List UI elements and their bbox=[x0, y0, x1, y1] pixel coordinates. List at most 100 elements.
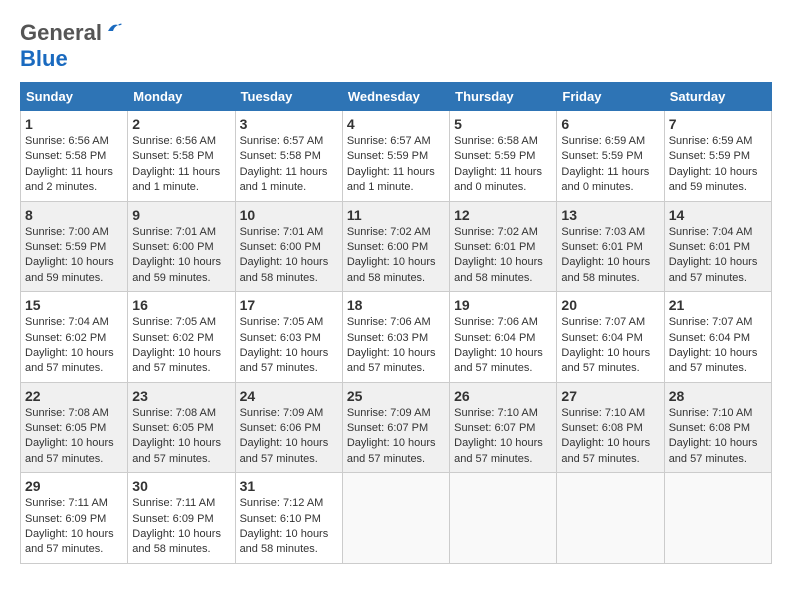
logo-bird-icon bbox=[104, 21, 122, 39]
day-info: Sunrise: 7:09 AM Sunset: 6:07 PM Dayligh… bbox=[347, 406, 445, 468]
sunset-label: Sunset: 6:01 PM bbox=[561, 241, 642, 253]
calendar-day-cell: 31 Sunrise: 7:12 AM Sunset: 6:10 PM Dayl… bbox=[235, 473, 342, 564]
sunset-label: Sunset: 6:04 PM bbox=[561, 332, 642, 344]
sunrise-label: Sunrise: 7:04 AM bbox=[669, 226, 753, 238]
sunset-label: Sunset: 6:06 PM bbox=[240, 422, 321, 434]
calendar-day-cell: 8 Sunrise: 7:00 AM Sunset: 5:59 PM Dayli… bbox=[21, 201, 128, 292]
sunset-label: Sunset: 5:58 PM bbox=[240, 150, 321, 162]
day-number: 16 bbox=[132, 297, 230, 313]
calendar-week-row: 22 Sunrise: 7:08 AM Sunset: 6:05 PM Dayl… bbox=[21, 382, 772, 473]
weekday-header-cell: Tuesday bbox=[235, 83, 342, 111]
calendar-header-row: SundayMondayTuesdayWednesdayThursdayFrid… bbox=[21, 83, 772, 111]
calendar-day-cell: 1 Sunrise: 6:56 AM Sunset: 5:58 PM Dayli… bbox=[21, 111, 128, 202]
day-number: 27 bbox=[561, 388, 659, 404]
day-info: Sunrise: 7:08 AM Sunset: 6:05 PM Dayligh… bbox=[132, 406, 230, 468]
day-number: 23 bbox=[132, 388, 230, 404]
daylight-label: Daylight: 10 hours and 57 minutes. bbox=[240, 347, 329, 374]
sunrise-label: Sunrise: 7:12 AM bbox=[240, 497, 324, 509]
sunrise-label: Sunrise: 7:10 AM bbox=[669, 407, 753, 419]
weekday-header-cell: Monday bbox=[128, 83, 235, 111]
day-info: Sunrise: 7:06 AM Sunset: 6:03 PM Dayligh… bbox=[347, 315, 445, 377]
sunset-label: Sunset: 6:07 PM bbox=[454, 422, 535, 434]
calendar-day-cell: 6 Sunrise: 6:59 AM Sunset: 5:59 PM Dayli… bbox=[557, 111, 664, 202]
calendar-day-cell: 9 Sunrise: 7:01 AM Sunset: 6:00 PM Dayli… bbox=[128, 201, 235, 292]
day-info: Sunrise: 7:07 AM Sunset: 6:04 PM Dayligh… bbox=[669, 315, 767, 377]
daylight-label: Daylight: 10 hours and 59 minutes. bbox=[669, 166, 758, 193]
sunrise-label: Sunrise: 6:56 AM bbox=[132, 135, 216, 147]
day-number: 10 bbox=[240, 207, 338, 223]
day-number: 5 bbox=[454, 116, 552, 132]
daylight-label: Daylight: 10 hours and 57 minutes. bbox=[454, 437, 543, 464]
sunrise-label: Sunrise: 7:05 AM bbox=[240, 316, 324, 328]
day-number: 13 bbox=[561, 207, 659, 223]
calendar-day-cell: 23 Sunrise: 7:08 AM Sunset: 6:05 PM Dayl… bbox=[128, 382, 235, 473]
day-info: Sunrise: 7:05 AM Sunset: 6:02 PM Dayligh… bbox=[132, 315, 230, 377]
day-info: Sunrise: 7:10 AM Sunset: 6:08 PM Dayligh… bbox=[561, 406, 659, 468]
calendar-day-cell: 26 Sunrise: 7:10 AM Sunset: 6:07 PM Dayl… bbox=[450, 382, 557, 473]
sunrise-label: Sunrise: 7:08 AM bbox=[25, 407, 109, 419]
daylight-label: Daylight: 10 hours and 59 minutes. bbox=[25, 256, 114, 283]
day-info: Sunrise: 7:01 AM Sunset: 6:00 PM Dayligh… bbox=[132, 225, 230, 287]
daylight-label: Daylight: 10 hours and 57 minutes. bbox=[454, 347, 543, 374]
calendar-day-cell bbox=[664, 473, 771, 564]
calendar-day-cell: 12 Sunrise: 7:02 AM Sunset: 6:01 PM Dayl… bbox=[450, 201, 557, 292]
day-info: Sunrise: 7:05 AM Sunset: 6:03 PM Dayligh… bbox=[240, 315, 338, 377]
sunrise-label: Sunrise: 7:08 AM bbox=[132, 407, 216, 419]
daylight-label: Daylight: 10 hours and 57 minutes. bbox=[25, 347, 114, 374]
day-info: Sunrise: 7:02 AM Sunset: 6:00 PM Dayligh… bbox=[347, 225, 445, 287]
sunrise-label: Sunrise: 7:03 AM bbox=[561, 226, 645, 238]
sunset-label: Sunset: 6:02 PM bbox=[25, 332, 106, 344]
sunrise-label: Sunrise: 6:59 AM bbox=[561, 135, 645, 147]
day-info: Sunrise: 6:56 AM Sunset: 5:58 PM Dayligh… bbox=[25, 134, 123, 196]
daylight-label: Daylight: 11 hours and 2 minutes. bbox=[25, 166, 113, 193]
day-number: 9 bbox=[132, 207, 230, 223]
calendar-day-cell: 24 Sunrise: 7:09 AM Sunset: 6:06 PM Dayl… bbox=[235, 382, 342, 473]
day-info: Sunrise: 6:57 AM Sunset: 5:59 PM Dayligh… bbox=[347, 134, 445, 196]
day-number: 17 bbox=[240, 297, 338, 313]
day-number: 1 bbox=[25, 116, 123, 132]
sunrise-label: Sunrise: 7:06 AM bbox=[454, 316, 538, 328]
day-info: Sunrise: 7:10 AM Sunset: 6:08 PM Dayligh… bbox=[669, 406, 767, 468]
day-number: 28 bbox=[669, 388, 767, 404]
daylight-label: Daylight: 10 hours and 58 minutes. bbox=[454, 256, 543, 283]
sunset-label: Sunset: 6:08 PM bbox=[561, 422, 642, 434]
daylight-label: Daylight: 10 hours and 57 minutes. bbox=[669, 347, 758, 374]
daylight-label: Daylight: 11 hours and 1 minute. bbox=[240, 166, 328, 193]
day-number: 4 bbox=[347, 116, 445, 132]
day-info: Sunrise: 7:03 AM Sunset: 6:01 PM Dayligh… bbox=[561, 225, 659, 287]
daylight-label: Daylight: 10 hours and 57 minutes. bbox=[25, 437, 114, 464]
day-info: Sunrise: 7:04 AM Sunset: 6:01 PM Dayligh… bbox=[669, 225, 767, 287]
calendar-day-cell: 7 Sunrise: 6:59 AM Sunset: 5:59 PM Dayli… bbox=[664, 111, 771, 202]
sunset-label: Sunset: 6:07 PM bbox=[347, 422, 428, 434]
sunset-label: Sunset: 6:01 PM bbox=[669, 241, 750, 253]
sunrise-label: Sunrise: 7:04 AM bbox=[25, 316, 109, 328]
day-info: Sunrise: 7:12 AM Sunset: 6:10 PM Dayligh… bbox=[240, 496, 338, 558]
sunrise-label: Sunrise: 7:09 AM bbox=[347, 407, 431, 419]
day-number: 26 bbox=[454, 388, 552, 404]
day-info: Sunrise: 7:07 AM Sunset: 6:04 PM Dayligh… bbox=[561, 315, 659, 377]
calendar-day-cell bbox=[557, 473, 664, 564]
day-info: Sunrise: 7:10 AM Sunset: 6:07 PM Dayligh… bbox=[454, 406, 552, 468]
calendar-day-cell: 19 Sunrise: 7:06 AM Sunset: 6:04 PM Dayl… bbox=[450, 292, 557, 383]
calendar-day-cell: 29 Sunrise: 7:11 AM Sunset: 6:09 PM Dayl… bbox=[21, 473, 128, 564]
calendar-day-cell: 28 Sunrise: 7:10 AM Sunset: 6:08 PM Dayl… bbox=[664, 382, 771, 473]
calendar-day-cell: 14 Sunrise: 7:04 AM Sunset: 6:01 PM Dayl… bbox=[664, 201, 771, 292]
day-number: 20 bbox=[561, 297, 659, 313]
calendar-day-cell: 3 Sunrise: 6:57 AM Sunset: 5:58 PM Dayli… bbox=[235, 111, 342, 202]
calendar-table: SundayMondayTuesdayWednesdayThursdayFrid… bbox=[20, 82, 772, 564]
calendar-week-row: 29 Sunrise: 7:11 AM Sunset: 6:09 PM Dayl… bbox=[21, 473, 772, 564]
daylight-label: Daylight: 10 hours and 57 minutes. bbox=[25, 528, 114, 555]
weekday-header-cell: Thursday bbox=[450, 83, 557, 111]
sunrise-label: Sunrise: 7:02 AM bbox=[347, 226, 431, 238]
logo-blue-text: Blue bbox=[20, 46, 68, 72]
day-info: Sunrise: 7:11 AM Sunset: 6:09 PM Dayligh… bbox=[25, 496, 123, 558]
sunrise-label: Sunrise: 7:11 AM bbox=[25, 497, 108, 509]
daylight-label: Daylight: 10 hours and 59 minutes. bbox=[132, 256, 221, 283]
calendar-day-cell: 27 Sunrise: 7:10 AM Sunset: 6:08 PM Dayl… bbox=[557, 382, 664, 473]
day-number: 30 bbox=[132, 478, 230, 494]
day-info: Sunrise: 6:56 AM Sunset: 5:58 PM Dayligh… bbox=[132, 134, 230, 196]
sunset-label: Sunset: 6:05 PM bbox=[25, 422, 106, 434]
day-info: Sunrise: 7:02 AM Sunset: 6:01 PM Dayligh… bbox=[454, 225, 552, 287]
sunset-label: Sunset: 6:03 PM bbox=[240, 332, 321, 344]
calendar-day-cell: 30 Sunrise: 7:11 AM Sunset: 6:09 PM Dayl… bbox=[128, 473, 235, 564]
